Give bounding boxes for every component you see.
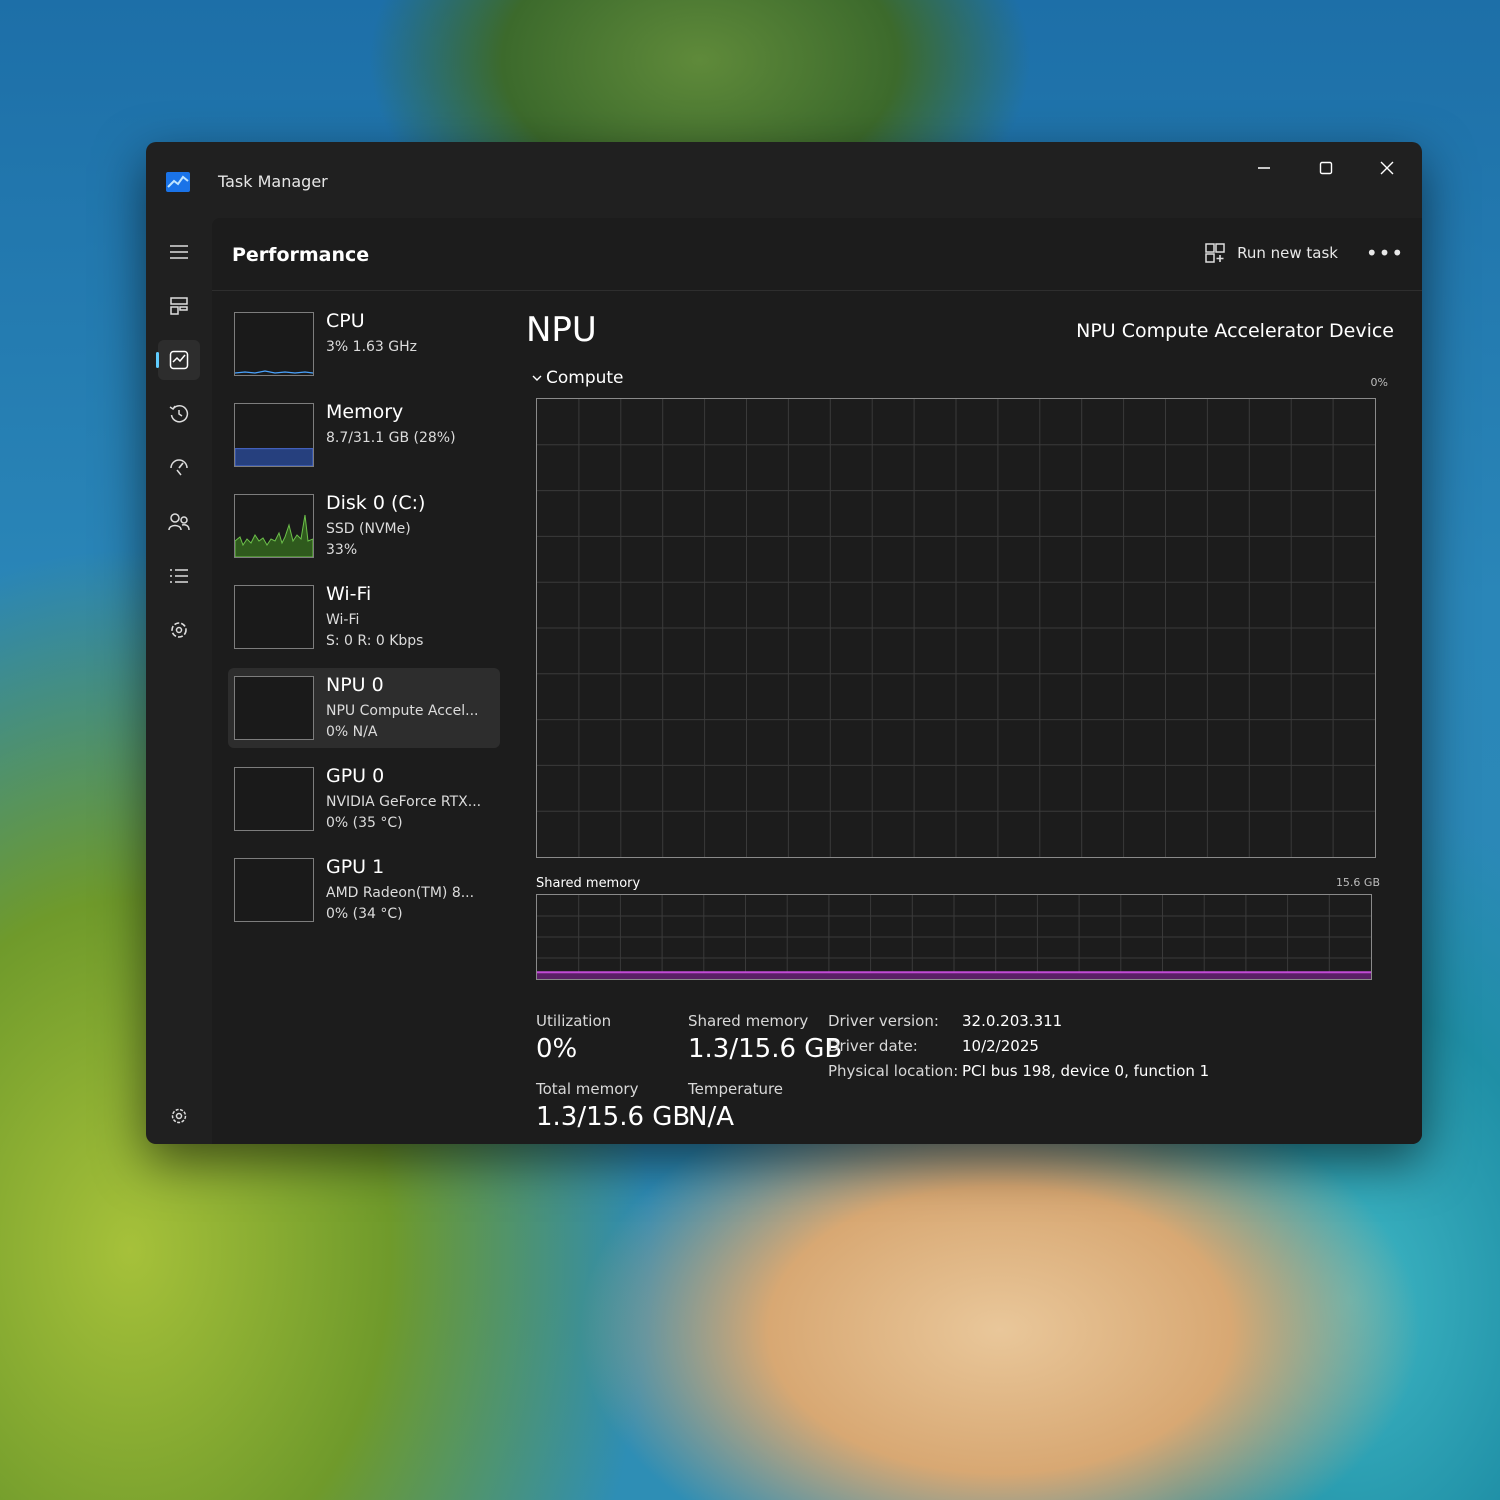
device-status: 0% (34 °C) (326, 906, 403, 922)
device-thumbnail (234, 858, 314, 922)
nav-processes[interactable] (158, 286, 200, 326)
compute-graph-selector[interactable]: Compute (532, 368, 624, 388)
device-list: CPU 3% 1.63 GHz Memory 8.7/31.1 GB (28%)… (228, 304, 500, 941)
nav-details[interactable] (158, 556, 200, 596)
nav-menu-button[interactable] (158, 232, 200, 272)
driver-date-label: Driver date: (828, 1037, 918, 1055)
device-wifi[interactable]: Wi-Fi Wi-Fi S: 0 R: 0 Kbps (228, 577, 500, 657)
shared-memory-graph-max: 15.6 GB (1335, 876, 1380, 889)
nav-startup-apps[interactable] (158, 448, 200, 488)
device-status: S: 0 R: 0 Kbps (326, 633, 424, 649)
run-task-icon (1205, 243, 1225, 263)
device-thumbnail (234, 676, 314, 740)
detail-title: NPU (526, 310, 597, 350)
device-gpu-1[interactable]: GPU 1 AMD Radeon(TM) 8... 0% (34 °C) (228, 850, 500, 930)
device-thumbnail (234, 767, 314, 831)
device-detail: 8.7/31.1 GB (28%) (326, 430, 456, 446)
total-memory-label: Total memory (536, 1080, 639, 1098)
device-name: Memory (326, 401, 404, 423)
device-thumbnail (234, 312, 314, 376)
device-cpu[interactable]: CPU 3% 1.63 GHz (228, 304, 500, 384)
app-history-icon (169, 405, 189, 423)
settings-icon (171, 1108, 187, 1124)
compute-graph (536, 398, 1376, 858)
maximize-icon (1319, 161, 1333, 175)
physical-location-value: PCI bus 198, device 0, function 1 (962, 1062, 1210, 1080)
performance-icon (169, 350, 189, 370)
more-options-button[interactable]: ••• (1365, 238, 1405, 268)
utilization-label: Utilization (536, 1012, 612, 1030)
nav-settings[interactable] (158, 1096, 200, 1136)
memory-usage-fill (235, 448, 313, 466)
device-memory[interactable]: Memory 8.7/31.1 GB (28%) (228, 395, 500, 475)
nav-services[interactable] (158, 610, 200, 650)
nav-performance[interactable] (156, 340, 200, 380)
page-title: Performance (232, 244, 370, 266)
menu-icon (170, 245, 188, 259)
driver-version-label: Driver version: (828, 1012, 939, 1030)
device-name: Disk 0 (C:) (326, 492, 426, 514)
device-npu[interactable]: NPU 0 NPU Compute Accel... 0% N/A (228, 668, 500, 748)
device-name: Wi-Fi (326, 583, 372, 605)
total-memory-value: 1.3/15.6 GB (536, 1102, 691, 1132)
shared-memory-graph (536, 894, 1372, 980)
nav-users[interactable] (158, 502, 200, 542)
utilization-value: 0% (536, 1034, 578, 1064)
more-options-icon: ••• (1365, 241, 1405, 265)
device-detail: 3% 1.63 GHz (326, 339, 418, 355)
compute-graph-max: 0% (1370, 376, 1388, 389)
detail-device-name: NPU Compute Accelerator Device (1076, 320, 1394, 342)
driver-date-value: 10/2/2025 (962, 1037, 1039, 1055)
device-detail: NVIDIA GeForce RTX... (326, 794, 482, 810)
device-detail: AMD Radeon(TM) 8... (326, 885, 475, 901)
shared-memory-value: 1.3/15.6 GB (688, 1034, 843, 1064)
close-button[interactable] (1364, 150, 1410, 186)
nav-app-history[interactable] (158, 394, 200, 434)
physical-location-label: Physical location: (828, 1062, 959, 1080)
device-name: GPU 1 (326, 856, 385, 878)
shared-memory-graph-label: Shared memory (536, 876, 641, 891)
run-new-task-button[interactable]: Run new task (1205, 236, 1338, 270)
device-thumbnail (234, 403, 314, 467)
device-name: NPU 0 (326, 674, 384, 696)
header-divider (212, 290, 1422, 291)
device-detail: NPU Compute Accel... (326, 703, 479, 719)
device-name: GPU 0 (326, 765, 385, 787)
maximize-button[interactable] (1303, 150, 1349, 186)
startup-apps-icon (170, 459, 188, 476)
run-new-task-label: Run new task (1237, 244, 1338, 262)
performance-page: Performance Run new task ••• CPU 3% 1.63… (212, 218, 1422, 1144)
device-status: 0% (35 °C) (326, 815, 403, 831)
npu-detail-panel: NPU NPU Compute Accelerator Device Compu… (522, 304, 1404, 1144)
device-thumbnail (234, 585, 314, 649)
title-bar[interactable]: Task Manager (146, 142, 1422, 218)
device-status: 0% N/A (326, 724, 378, 740)
navigation-rail (146, 218, 212, 1144)
driver-version-value: 32.0.203.311 (962, 1012, 1063, 1030)
services-icon (171, 622, 187, 638)
device-name: CPU (326, 310, 365, 332)
shared-memory-label: Shared memory (688, 1012, 809, 1030)
task-manager-app-icon (166, 172, 190, 192)
compute-label: Compute (546, 368, 624, 388)
close-icon (1380, 161, 1394, 175)
device-thumbnail (234, 494, 314, 558)
users-icon (168, 513, 190, 531)
device-detail: SSD (NVMe) (326, 521, 411, 537)
device-gpu-0[interactable]: GPU 0 NVIDIA GeForce RTX... 0% (35 °C) (228, 759, 500, 839)
task-manager-window: Task Manager Performance Run new task ••… (146, 142, 1422, 1144)
minimize-icon (1258, 167, 1270, 169)
minimize-button[interactable] (1241, 150, 1287, 186)
device-detail: Wi-Fi (326, 612, 360, 628)
device-status: 33% (326, 542, 358, 558)
processes-icon (170, 297, 188, 315)
device-disk[interactable]: Disk 0 (C:) SSD (NVMe) 33% (228, 486, 500, 566)
chevron-down-icon (532, 375, 542, 381)
temperature-label: Temperature (688, 1080, 784, 1098)
details-icon (170, 569, 188, 583)
temperature-value: N/A (688, 1102, 734, 1132)
window-title: Task Manager (218, 172, 328, 191)
shared-memory-usage-fill (537, 972, 1371, 979)
